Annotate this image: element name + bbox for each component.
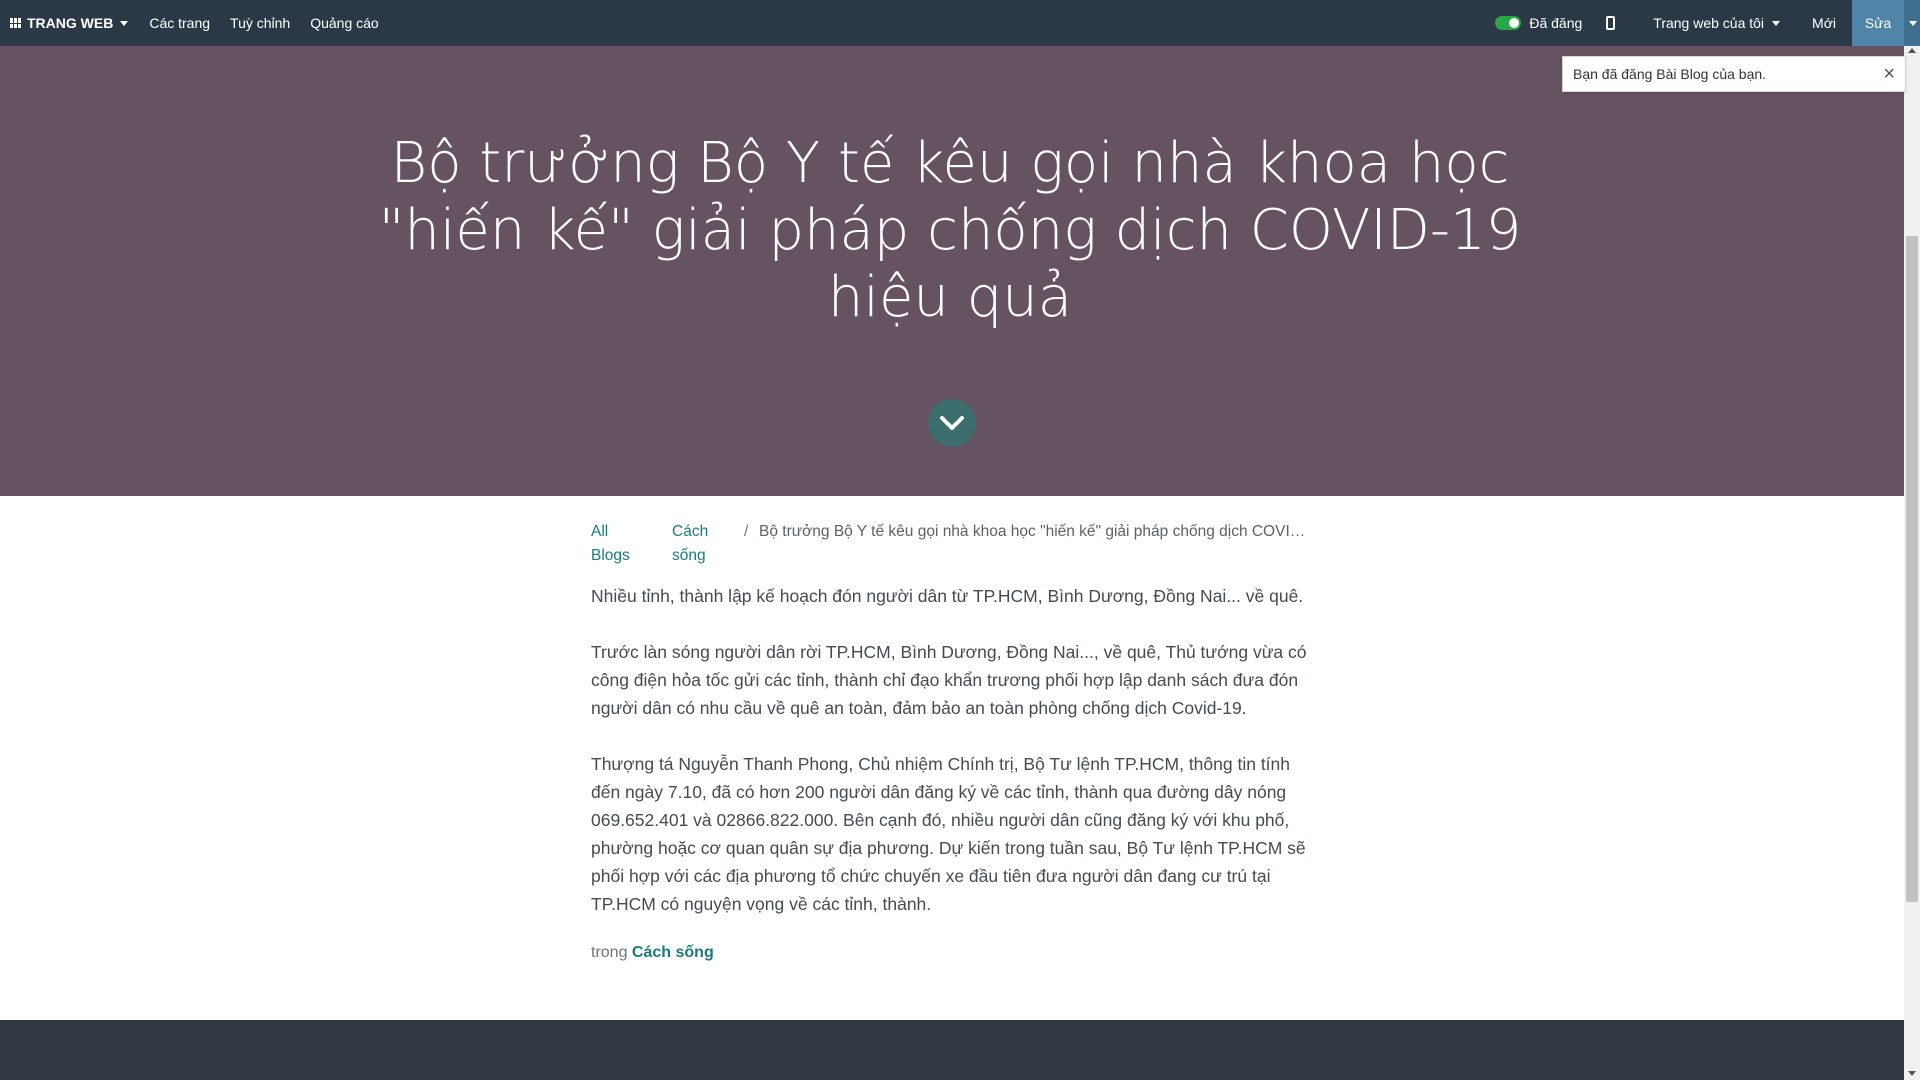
apps-grid-icon bbox=[10, 18, 22, 28]
article-content: All Blogs Cách sống / Bộ trưởng Bộ Y tế … bbox=[591, 520, 1311, 962]
notification-toast: Bạn đã đăng Bài Blog của bạn. × bbox=[1562, 56, 1906, 92]
post-title: Bộ trưởng Bộ Y tế kêu gọi nhà khoa học "… bbox=[378, 131, 1522, 330]
toggle-switch-icon bbox=[1495, 16, 1522, 30]
my-website-label: Trang web của tôi bbox=[1653, 15, 1765, 31]
caret-down-icon bbox=[120, 20, 129, 26]
my-website-menu[interactable]: Trang web của tôi bbox=[1637, 0, 1796, 46]
nav-promote-link[interactable]: Quảng cáo bbox=[300, 0, 389, 46]
breadcrumb-separator: / bbox=[744, 523, 749, 540]
blog-cover: Bộ trưởng Bộ Y tế kêu gọi nhà khoa học "… bbox=[0, 46, 1904, 496]
page-scrollbar[interactable] bbox=[1904, 46, 1920, 1080]
mobile-preview-icon[interactable] bbox=[1606, 16, 1616, 30]
article-paragraph: Nhiều tỉnh, thành lập kế hoạch đón người… bbox=[591, 586, 1304, 606]
caret-down-icon bbox=[1909, 20, 1917, 26]
scroll-up-arrow-icon[interactable] bbox=[1908, 48, 1916, 53]
nav-customize-link[interactable]: Tuỳ chỉnh bbox=[220, 0, 300, 46]
scrollbar-thumb[interactable] bbox=[1906, 236, 1918, 902]
edit-button[interactable]: Sửa bbox=[1852, 0, 1904, 46]
in-label: trong bbox=[591, 944, 628, 961]
caret-down-icon bbox=[1772, 20, 1781, 26]
navbar-right: Đã đăng Trang web của tôi Mới Sửa bbox=[1485, 0, 1920, 46]
website-menu-label: TRANG WEB bbox=[27, 15, 114, 31]
breadcrumb: All Blogs Cách sống / Bộ trưởng Bộ Y tế … bbox=[591, 520, 1311, 570]
article-paragraph: Thượng tá Nguyễn Thanh Phong, Chủ nhiệm … bbox=[591, 754, 1306, 914]
nav-pages-link[interactable]: Các trang bbox=[139, 0, 220, 46]
page-footer bbox=[0, 1020, 1904, 1080]
breadcrumb-current: Bộ trưởng Bộ Y tế kêu gọi nhà khoa học "… bbox=[759, 523, 1311, 540]
website-menu-button[interactable]: TRANG WEB bbox=[0, 0, 139, 46]
breadcrumb-all-blogs[interactable]: All Blogs bbox=[591, 520, 633, 568]
chevron-down-icon bbox=[940, 416, 964, 430]
article-paragraph: Trước làn sóng người dân rời TP.HCM, Bìn… bbox=[591, 642, 1307, 718]
scroll-down-arrow-icon[interactable] bbox=[1908, 1071, 1916, 1076]
toast-message: Bạn đã đăng Bài Blog của bạn. bbox=[1573, 66, 1767, 82]
post-category-line: trong Cách sống bbox=[591, 944, 1311, 962]
published-label: Đã đăng bbox=[1529, 15, 1583, 31]
navbar-left: TRANG WEB Các trang Tuỳ chỉnh Quảng cáo bbox=[0, 0, 389, 46]
category-link[interactable]: Cách sống bbox=[632, 944, 714, 961]
close-icon[interactable]: × bbox=[1883, 64, 1895, 84]
new-button[interactable]: Mới bbox=[1796, 0, 1852, 46]
breadcrumb-category[interactable]: Cách sống bbox=[654, 520, 732, 568]
edit-dropdown-toggle[interactable] bbox=[1904, 0, 1920, 46]
top-navbar: TRANG WEB Các trang Tuỳ chỉnh Quảng cáo … bbox=[0, 0, 1920, 46]
scroll-down-button[interactable] bbox=[928, 399, 976, 447]
published-toggle[interactable]: Đã đăng bbox=[1485, 15, 1598, 31]
